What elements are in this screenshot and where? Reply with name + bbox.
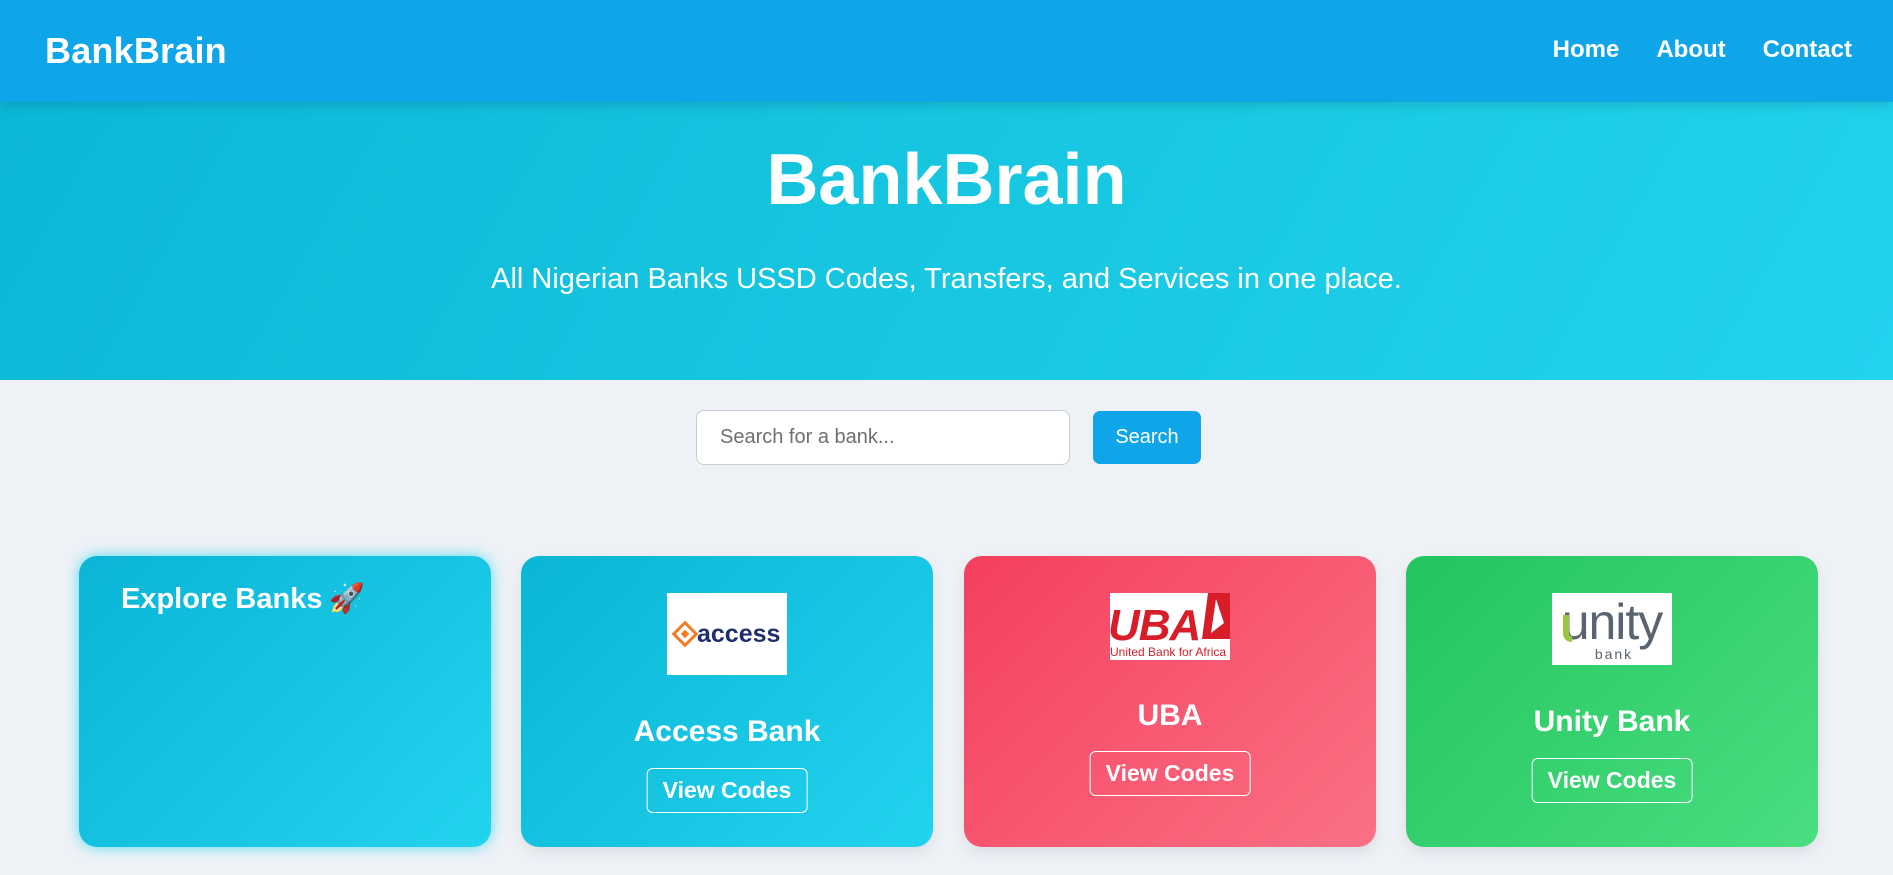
nav-link-home[interactable]: Home xyxy=(1553,36,1620,64)
bank-name-uba: UBA xyxy=(1137,699,1203,732)
bank-card-uba[interactable]: UBA United Bank for Africa UBA View Code… xyxy=(964,556,1376,847)
brand-logo-text[interactable]: BankBrain xyxy=(45,30,227,72)
rocket-icon: 🚀 xyxy=(328,583,365,615)
nav-links: Home About Contact xyxy=(1553,36,1852,64)
access-diamond-icon: access xyxy=(667,593,787,675)
access-logo-text: access xyxy=(697,620,780,648)
explore-banks-label: Explore Banks xyxy=(121,583,323,615)
bank-name-unity: Unity Bank xyxy=(1533,705,1691,738)
unity-bank-logo: unity bank xyxy=(1552,593,1672,665)
unity-logo-subtext: bank xyxy=(1595,646,1633,662)
view-codes-button-uba[interactable]: View Codes xyxy=(1089,751,1251,796)
navbar: BankBrain Home About Contact xyxy=(0,0,1893,102)
nav-link-about[interactable]: About xyxy=(1656,36,1725,64)
uba-logo: UBA United Bank for Africa xyxy=(1110,593,1230,660)
uba-logo-icon: UBA United Bank for Africa xyxy=(1110,593,1230,660)
hero-section: BankBrain All Nigerian Banks USSD Codes,… xyxy=(0,102,1893,380)
search-button[interactable]: Search xyxy=(1093,411,1201,464)
unity-logo-text: unity xyxy=(1562,594,1664,650)
explore-banks-title: Explore Banks 🚀 xyxy=(121,582,365,616)
uba-logo-subtext: United Bank for Africa xyxy=(1110,645,1226,659)
bank-card-access[interactable]: access Access Bank View Codes xyxy=(521,556,933,847)
explore-banks-card: Explore Banks 🚀 xyxy=(79,556,491,847)
unity-logo-icon: unity bank xyxy=(1552,593,1672,665)
access-bank-logo: access xyxy=(667,593,787,675)
view-codes-button-unity[interactable]: View Codes xyxy=(1531,758,1693,803)
search-input[interactable] xyxy=(696,410,1070,465)
view-codes-button-access[interactable]: View Codes xyxy=(646,768,808,813)
bank-card-unity[interactable]: unity bank Unity Bank View Codes xyxy=(1406,556,1818,847)
bank-name-access: Access Bank xyxy=(633,715,821,748)
uba-logo-text: UBA xyxy=(1110,601,1200,650)
nav-link-contact[interactable]: Contact xyxy=(1763,36,1852,64)
hero-subtitle: All Nigerian Banks USSD Codes, Transfers… xyxy=(491,263,1402,295)
hero-title: BankBrain xyxy=(766,140,1127,220)
